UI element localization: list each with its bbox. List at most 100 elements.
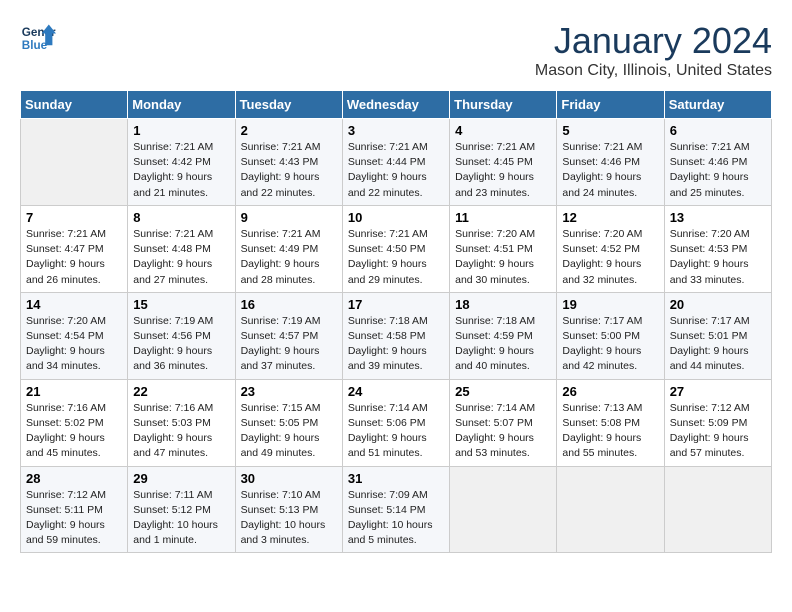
day-number: 5 xyxy=(562,123,658,138)
day-cell: 18 Sunrise: 7:18 AMSunset: 4:59 PMDayligh… xyxy=(450,292,557,379)
day-info: Sunrise: 7:21 AMSunset: 4:48 PMDaylight:… xyxy=(133,227,229,288)
day-info: Sunrise: 7:18 AMSunset: 4:59 PMDaylight:… xyxy=(455,314,551,375)
day-info: Sunrise: 7:21 AMSunset: 4:46 PMDaylight:… xyxy=(670,140,766,201)
day-cell: 20Sunrise: 7:17 AMSunset: 5:01 PMDayligh… xyxy=(664,292,771,379)
day-info: Sunrise: 7:18 AMSunset: 4:58 PMDaylight:… xyxy=(348,314,444,375)
day-cell: 5Sunrise: 7:21 AMSunset: 4:46 PMDaylight… xyxy=(557,119,664,206)
day-number: 28 xyxy=(26,471,122,486)
day-info: Sunrise: 7:17 AMSunset: 5:00 PMDaylight:… xyxy=(562,314,658,375)
location: Mason City, Illinois, United States xyxy=(535,62,772,80)
svg-text:Blue: Blue xyxy=(22,39,48,52)
day-cell: 24 Sunrise: 7:14 AMSunset: 5:06 PMDayligh… xyxy=(342,379,449,466)
day-cell: 30Sunrise: 7:10 AMSunset: 5:13 PMDayligh… xyxy=(235,466,342,553)
day-number: 7 xyxy=(26,210,122,225)
day-cell: 11 Sunrise: 7:20 AMSunset: 4:51 PMDayligh… xyxy=(450,205,557,292)
day-info: Sunrise: 7:09 AMSunset: 5:14 PMDaylight:… xyxy=(348,488,444,549)
day-cell: 15Sunrise: 7:19 AMSunset: 4:56 PMDayligh… xyxy=(128,292,235,379)
day-info: Sunrise: 7:12 AMSunset: 5:09 PMDaylight:… xyxy=(670,401,766,462)
day-number: 13 xyxy=(670,210,766,225)
day-cell: 23 Sunrise: 7:15 AMSunset: 5:05 PMDayligh… xyxy=(235,379,342,466)
day-cell: 7Sunrise: 7:21 AMSunset: 4:47 PMDaylight… xyxy=(21,205,128,292)
day-info: Sunrise: 7:21 AMSunset: 4:44 PMDaylight:… xyxy=(348,140,444,201)
day-number: 18 xyxy=(455,297,551,312)
day-cell: 31 Sunrise: 7:09 AMSunset: 5:14 PMDayligh… xyxy=(342,466,449,553)
day-number: 4 xyxy=(455,123,551,138)
week-row-2: 7Sunrise: 7:21 AMSunset: 4:47 PMDaylight… xyxy=(21,205,772,292)
calendar-body: 1Sunrise: 7:21 AMSunset: 4:42 PMDaylight… xyxy=(21,119,772,553)
day-number: 1 xyxy=(133,123,229,138)
day-cell: 21Sunrise: 7:16 AMSunset: 5:02 PMDayligh… xyxy=(21,379,128,466)
weekday-header-saturday: Saturday xyxy=(664,91,771,119)
day-info: Sunrise: 7:21 AMSunset: 4:43 PMDaylight:… xyxy=(241,140,337,201)
weekday-header-thursday: Thursday xyxy=(450,91,557,119)
day-number: 6 xyxy=(670,123,766,138)
day-info: Sunrise: 7:15 AMSunset: 5:05 PMDaylight:… xyxy=(241,401,337,462)
day-cell: 12Sunrise: 7:20 AMSunset: 4:52 PMDayligh… xyxy=(557,205,664,292)
day-number: 24 xyxy=(348,384,444,399)
month-title: January 2024 xyxy=(535,20,772,62)
day-info: Sunrise: 7:10 AMSunset: 5:13 PMDaylight:… xyxy=(241,488,337,549)
day-cell xyxy=(557,466,664,553)
day-number: 23 xyxy=(241,384,337,399)
day-number: 15 xyxy=(133,297,229,312)
day-info: Sunrise: 7:14 AMSunset: 5:06 PMDaylight:… xyxy=(348,401,444,462)
day-cell: 17Sunrise: 7:18 AMSunset: 4:58 PMDayligh… xyxy=(342,292,449,379)
day-info: Sunrise: 7:11 AMSunset: 5:12 PMDaylight:… xyxy=(133,488,229,549)
day-number: 14 xyxy=(26,297,122,312)
day-number: 3 xyxy=(348,123,444,138)
title-area: January 2024 Mason City, Illinois, Unite… xyxy=(535,20,772,80)
day-cell: 2 Sunrise: 7:21 AMSunset: 4:43 PMDaylight… xyxy=(235,119,342,206)
day-cell: 22 Sunrise: 7:16 AMSunset: 5:03 PMDayligh… xyxy=(128,379,235,466)
day-number: 9 xyxy=(241,210,337,225)
week-row-1: 1Sunrise: 7:21 AMSunset: 4:42 PMDaylight… xyxy=(21,119,772,206)
day-info: Sunrise: 7:20 AMSunset: 4:54 PMDaylight:… xyxy=(26,314,122,375)
calendar-header: SundayMondayTuesdayWednesdayThursdayFrid… xyxy=(21,91,772,119)
week-row-4: 21Sunrise: 7:16 AMSunset: 5:02 PMDayligh… xyxy=(21,379,772,466)
day-number: 12 xyxy=(562,210,658,225)
day-number: 31 xyxy=(348,471,444,486)
day-cell: 8 Sunrise: 7:21 AMSunset: 4:48 PMDaylight… xyxy=(128,205,235,292)
day-cell: 3 Sunrise: 7:21 AMSunset: 4:44 PMDaylight… xyxy=(342,119,449,206)
day-cell: 16 Sunrise: 7:19 AMSunset: 4:57 PMDayligh… xyxy=(235,292,342,379)
day-number: 29 xyxy=(133,471,229,486)
weekday-row: SundayMondayTuesdayWednesdayThursdayFrid… xyxy=(21,91,772,119)
day-info: Sunrise: 7:21 AMSunset: 4:45 PMDaylight:… xyxy=(455,140,551,201)
day-cell: 13Sunrise: 7:20 AMSunset: 4:53 PMDayligh… xyxy=(664,205,771,292)
day-cell: 1Sunrise: 7:21 AMSunset: 4:42 PMDaylight… xyxy=(128,119,235,206)
weekday-header-wednesday: Wednesday xyxy=(342,91,449,119)
day-number: 19 xyxy=(562,297,658,312)
day-number: 22 xyxy=(133,384,229,399)
day-info: Sunrise: 7:16 AMSunset: 5:02 PMDaylight:… xyxy=(26,401,122,462)
day-info: Sunrise: 7:20 AMSunset: 4:51 PMDaylight:… xyxy=(455,227,551,288)
day-number: 11 xyxy=(455,210,551,225)
day-cell xyxy=(664,466,771,553)
week-row-5: 28Sunrise: 7:12 AMSunset: 5:11 PMDayligh… xyxy=(21,466,772,553)
week-row-3: 14 Sunrise: 7:20 AMSunset: 4:54 PMDayligh… xyxy=(21,292,772,379)
day-info: Sunrise: 7:13 AMSunset: 5:08 PMDaylight:… xyxy=(562,401,658,462)
calendar-table: SundayMondayTuesdayWednesdayThursdayFrid… xyxy=(20,90,772,553)
day-cell: 25 Sunrise: 7:14 AMSunset: 5:07 PMDayligh… xyxy=(450,379,557,466)
day-cell: 14 Sunrise: 7:20 AMSunset: 4:54 PMDayligh… xyxy=(21,292,128,379)
weekday-header-monday: Monday xyxy=(128,91,235,119)
day-cell: 4 Sunrise: 7:21 AMSunset: 4:45 PMDaylight… xyxy=(450,119,557,206)
day-info: Sunrise: 7:14 AMSunset: 5:07 PMDaylight:… xyxy=(455,401,551,462)
day-number: 16 xyxy=(241,297,337,312)
day-number: 2 xyxy=(241,123,337,138)
day-cell xyxy=(21,119,128,206)
day-info: Sunrise: 7:19 AMSunset: 4:57 PMDaylight:… xyxy=(241,314,337,375)
weekday-header-sunday: Sunday xyxy=(21,91,128,119)
day-number: 8 xyxy=(133,210,229,225)
weekday-header-tuesday: Tuesday xyxy=(235,91,342,119)
day-info: Sunrise: 7:16 AMSunset: 5:03 PMDaylight:… xyxy=(133,401,229,462)
day-info: Sunrise: 7:17 AMSunset: 5:01 PMDaylight:… xyxy=(670,314,766,375)
logo-icon: General Blue xyxy=(20,20,56,56)
day-number: 27 xyxy=(670,384,766,399)
logo: General Blue xyxy=(20,20,56,56)
day-cell: 29 Sunrise: 7:11 AMSunset: 5:12 PMDayligh… xyxy=(128,466,235,553)
day-number: 26 xyxy=(562,384,658,399)
day-cell: 27 Sunrise: 7:12 AMSunset: 5:09 PMDayligh… xyxy=(664,379,771,466)
day-number: 25 xyxy=(455,384,551,399)
day-cell: 10Sunrise: 7:21 AMSunset: 4:50 PMDayligh… xyxy=(342,205,449,292)
day-cell: 19 Sunrise: 7:17 AMSunset: 5:00 PMDayligh… xyxy=(557,292,664,379)
header: General Blue January 2024 Mason City, Il… xyxy=(20,20,772,80)
